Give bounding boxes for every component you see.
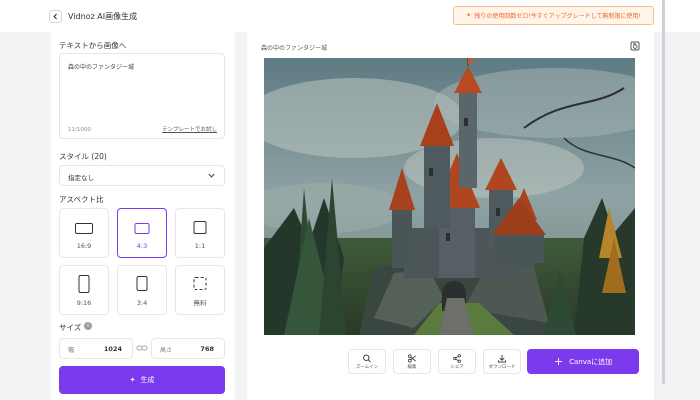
size-label: サイズ bbox=[59, 323, 82, 332]
style-dropdown-value: 指定なし bbox=[68, 174, 94, 182]
aspect-ratio-label: アスペクト比 bbox=[59, 195, 104, 204]
zoom-icon bbox=[363, 354, 371, 363]
save-history-icon[interactable] bbox=[630, 41, 640, 51]
castle-illustration bbox=[264, 58, 635, 335]
link-icon[interactable] bbox=[136, 343, 148, 353]
aspect-option-free[interactable]: 無料 bbox=[175, 265, 225, 315]
add-to-canva-button[interactable]: + Canvaに追加 bbox=[527, 349, 639, 374]
chevron-left-icon bbox=[53, 13, 57, 20]
aspect-option-label: 9:16 bbox=[76, 299, 92, 307]
aspect-3-4-icon bbox=[136, 276, 148, 291]
aspect-option-3-4[interactable]: 3:4 bbox=[117, 265, 167, 315]
plus-icon: + bbox=[553, 355, 564, 368]
aspect-option-label: 無料 bbox=[193, 299, 207, 307]
app-title: Vidnoz AI画像生成 bbox=[68, 12, 138, 21]
sparkle-icon: ✦ bbox=[466, 12, 472, 19]
share-icon bbox=[453, 354, 461, 363]
result-panel: 森の中のファンタジー城 ズームイン 編集 シェア ダウンロード + Canvaに… bbox=[247, 32, 654, 400]
page-scrollbar[interactable] bbox=[662, 0, 665, 384]
aspect-free-icon bbox=[193, 277, 207, 290]
style-count: (20) bbox=[91, 152, 107, 161]
prompt-value: 森の中のファンタジー城 bbox=[68, 64, 135, 71]
upgrade-banner[interactable]: ✦ 残りの使用回数ゼロ!今すぐアップグレードして無制限に使用! bbox=[453, 6, 654, 25]
sparkle-icon: ✦ bbox=[129, 376, 136, 384]
edit-label: 編集 bbox=[407, 365, 417, 370]
image-title: 森の中のファンタジー城 bbox=[261, 45, 328, 52]
aspect-option-label: 3:4 bbox=[136, 299, 148, 307]
edit-button[interactable]: 編集 bbox=[393, 349, 431, 374]
template-link[interactable]: テンプレートでお試し bbox=[162, 125, 217, 133]
generate-button-label: 生成 bbox=[140, 376, 155, 384]
upgrade-banner-text: 残りの使用回数ゼロ!今すぐアップグレードして無制限に使用! bbox=[474, 13, 641, 20]
text-to-image-label: テキストから画像へ bbox=[59, 41, 127, 50]
share-button[interactable]: シェア bbox=[438, 349, 476, 374]
height-label: 高さ bbox=[160, 347, 173, 354]
scissors-icon bbox=[407, 354, 416, 363]
generate-button[interactable]: ✦ 生成 bbox=[59, 366, 225, 394]
style-heading: スタイル (20) bbox=[59, 151, 107, 162]
download-button[interactable]: ダウンロード bbox=[483, 349, 521, 374]
aspect-option-1-1[interactable]: 1:1 bbox=[175, 208, 225, 258]
height-field[interactable]: 高さ 768 bbox=[151, 338, 225, 359]
aspect-9-16-icon bbox=[78, 275, 90, 293]
aspect-option-label: 4:3 bbox=[136, 242, 148, 250]
zoom-label: ズームイン bbox=[355, 365, 379, 370]
width-label: 幅 bbox=[68, 347, 75, 354]
width-value: 1024 bbox=[103, 344, 122, 353]
zoom-button[interactable]: ズームイン bbox=[348, 349, 386, 374]
info-icon[interactable]: i bbox=[84, 322, 92, 330]
top-bar: Vidnoz AI画像生成 ✦ 残りの使用回数ゼロ!今すぐアップグレードして無制… bbox=[0, 0, 700, 32]
prompt-textarea[interactable]: 森の中のファンタジー城 11/1000 テンプレートでお試し bbox=[59, 53, 225, 139]
generator-settings-panel: テキストから画像へ 森の中のファンタジー城 11/1000 テンプレートでお試し… bbox=[51, 32, 235, 400]
aspect-1-1-icon bbox=[193, 221, 207, 234]
back-button[interactable] bbox=[49, 10, 62, 23]
aspect-option-4-3[interactable]: 4:3 bbox=[117, 208, 167, 258]
aspect-option-16-9[interactable]: 16:9 bbox=[59, 208, 109, 258]
download-icon bbox=[497, 354, 507, 363]
aspect-option-9-16[interactable]: 9:16 bbox=[59, 265, 109, 315]
aspect-option-label: 1:1 bbox=[194, 242, 206, 250]
share-label: シェア bbox=[450, 365, 464, 370]
aspect-16-9-icon bbox=[75, 223, 93, 234]
chevron-down-icon bbox=[208, 173, 215, 178]
width-field[interactable]: 幅 1024 bbox=[59, 338, 133, 359]
style-label: スタイル bbox=[59, 152, 89, 161]
char-count: 11/1000 bbox=[68, 127, 91, 133]
download-label: ダウンロード bbox=[488, 365, 516, 370]
aspect-4-3-icon bbox=[134, 223, 150, 234]
style-dropdown[interactable]: 指定なし bbox=[59, 165, 225, 186]
generated-image[interactable] bbox=[264, 58, 635, 335]
height-value: 768 bbox=[200, 344, 214, 353]
add-to-canva-label: Canvaに追加 bbox=[569, 357, 613, 366]
aspect-option-label: 16:9 bbox=[76, 242, 92, 250]
